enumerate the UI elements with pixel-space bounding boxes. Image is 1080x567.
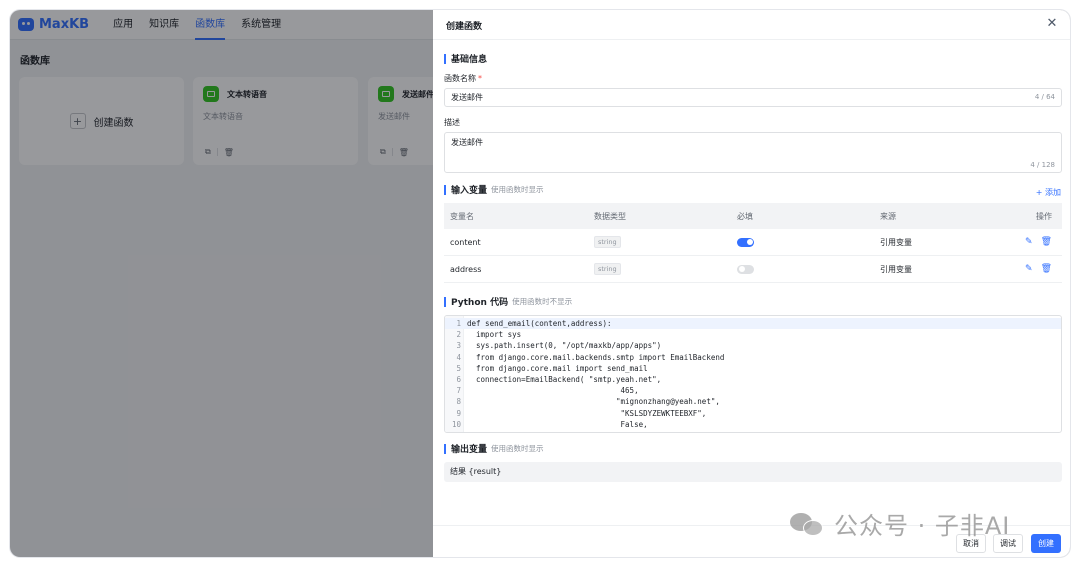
line-number: 7 xyxy=(456,386,461,396)
var-source: 引用变量 xyxy=(880,237,912,247)
code-text: from django.core.mail.backends.smtp impo… xyxy=(467,352,725,362)
line-number: 6 xyxy=(456,374,461,384)
trash-icon[interactable]: 🗑 xyxy=(1041,264,1052,274)
code-line: 1 def send_email(content,address): xyxy=(445,318,1061,330)
required-toggle[interactable] xyxy=(737,264,754,274)
line-number: 5 xyxy=(456,363,461,373)
drawer-title: 创建函数 xyxy=(446,22,483,32)
section-subtitle: 使用函数时不显示 xyxy=(512,297,573,306)
name-counter: 4 / 64 xyxy=(1034,93,1055,101)
var-name: address xyxy=(450,264,482,274)
code-line: 10 False, xyxy=(445,419,1061,430)
input-vars-section: 输入变量 使用函数时显示 xyxy=(444,183,544,196)
name-label-text: 函数名称 xyxy=(444,74,476,83)
output-result: 结果 {result} xyxy=(444,462,1062,482)
function-name-value: 发送邮件 xyxy=(451,93,483,102)
line-number: 4 xyxy=(456,352,461,362)
col-actions: 操作 xyxy=(1036,211,1052,221)
code-line: 9 "KSLSDYZEWKTEEBXF", xyxy=(445,408,1061,419)
trash-icon[interactable]: 🗑 xyxy=(1041,237,1052,247)
required-toggle[interactable] xyxy=(737,237,754,247)
code-text: connection=EmailBackend( "smtp.yeah.net"… xyxy=(467,374,662,384)
line-number: 9 xyxy=(456,408,461,418)
drawer-header: 创建函数 ✕ xyxy=(433,10,1070,40)
line-number: 8 xyxy=(456,397,461,407)
code-line: 3 sys.path.insert(0, "/opt/maxkb/app/app… xyxy=(445,340,1061,351)
code-line: 6 connection=EmailBackend( "smtp.yeah.ne… xyxy=(445,374,1061,385)
code-text: sys.path.insert(0, "/opt/maxkb/app/apps"… xyxy=(467,341,662,351)
section-title: 输出变量 xyxy=(451,445,488,455)
output-vars-section: 输出变量 使用函数时显示 xyxy=(444,442,544,455)
code-line: 4 from django.core.mail.backends.smtp im… xyxy=(445,352,1061,363)
line-number: 1 xyxy=(456,319,461,328)
code-text: "mignonzhang@yeah.net", xyxy=(467,397,720,407)
close-icon[interactable]: ✕ xyxy=(1045,17,1059,31)
code-text: 465, xyxy=(467,386,639,396)
add-variable-button[interactable]: + 添加 xyxy=(1036,187,1061,198)
python-code-section: Python 代码 使用函数时不显示 xyxy=(444,295,572,308)
var-type-tag: string xyxy=(594,263,621,275)
section-title: 输入变量 xyxy=(451,186,488,196)
code-line: 2 import sys xyxy=(445,329,1061,340)
code-line: 5 from django.core.mail import send_mail xyxy=(445,363,1061,374)
code-text: import sys xyxy=(467,330,522,340)
line-number: 11 xyxy=(445,430,461,432)
col-name: 变量名 xyxy=(450,211,474,221)
code-line: 8 "mignonzhang@yeah.net", xyxy=(445,396,1061,407)
code-editor[interactable]: 1 def send_email(content,address): 2 impor… xyxy=(444,315,1062,433)
create-function-drawer: 创建函数 ✕ 基础信息 函数名称 * 发送邮件 4 / 64 描述 发送邮件 4 … xyxy=(433,10,1070,557)
col-required: 必填 xyxy=(737,211,753,221)
basic-info-section: 基础信息 xyxy=(444,52,487,65)
edit-icon[interactable]: ✎ xyxy=(1025,237,1033,247)
watermark: 公众号 · 子非AI xyxy=(790,506,1010,541)
table-header: 变量名 数据类型 必填 来源 操作 xyxy=(444,203,1062,229)
create-button[interactable]: 创建 xyxy=(1031,534,1061,553)
code-text: False, xyxy=(467,430,648,432)
section-subtitle: 使用函数时显示 xyxy=(491,444,544,453)
code-line: 11 False, xyxy=(445,430,1061,432)
var-type-tag: string xyxy=(594,236,621,248)
code-text: False, xyxy=(467,419,648,429)
line-number: 3 xyxy=(456,341,461,351)
input-vars-table: 变量名 数据类型 必填 来源 操作 content string 引用变量 ✎ 🗑… xyxy=(444,203,1062,283)
section-title: 基础信息 xyxy=(451,55,488,65)
name-label: 函数名称 * xyxy=(444,74,482,83)
table-row: content string 引用变量 ✎ 🗑 xyxy=(444,229,1062,256)
desc-label: 描述 xyxy=(444,118,460,127)
app-window: MaxKB 应用 知识库 函数库 系统管理 函数库 + 创建函数 文本转语音 文… xyxy=(10,10,1070,557)
code-text: from django.core.mail import send_mail xyxy=(467,363,648,373)
var-source: 引用变量 xyxy=(880,264,912,274)
edit-icon[interactable]: ✎ xyxy=(1025,264,1033,274)
col-type: 数据类型 xyxy=(594,211,626,221)
description-textarea[interactable]: 发送邮件 4 / 128 xyxy=(444,132,1062,173)
section-title: Python 代码 xyxy=(451,298,509,308)
code-text: def send_email(content,address): xyxy=(467,319,612,328)
line-number: 2 xyxy=(456,330,461,340)
section-subtitle: 使用函数时显示 xyxy=(491,185,544,194)
watermark-text: 公众号 · 子非AI xyxy=(834,512,1011,540)
col-source: 来源 xyxy=(880,211,896,221)
desc-counter: 4 / 128 xyxy=(1030,161,1055,169)
code-line: 7 465, xyxy=(445,385,1061,396)
var-name: content xyxy=(450,237,481,247)
function-name-input[interactable]: 发送邮件 4 / 64 xyxy=(444,88,1062,107)
wechat-icon xyxy=(790,511,824,537)
line-number: 10 xyxy=(451,419,461,429)
description-value: 发送邮件 xyxy=(451,138,483,147)
code-text: "KSLSDYZEWKTEEBXF", xyxy=(467,408,707,418)
table-row: address string 引用变量 ✎ 🗑 xyxy=(444,256,1062,283)
